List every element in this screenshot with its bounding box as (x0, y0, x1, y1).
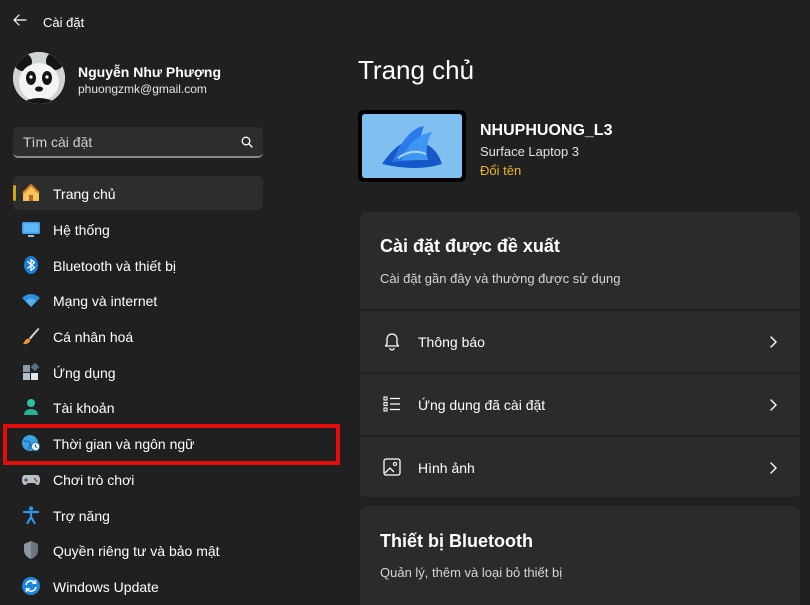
page-title: Trang chủ (358, 55, 475, 85)
sidebar-item-label: Windows Update (53, 579, 159, 595)
update-icon (22, 577, 40, 595)
search-icon[interactable] (241, 136, 253, 148)
sidebar-item-system[interactable]: Hệ thống (13, 212, 263, 246)
title-bar: Cài đặt (0, 0, 810, 44)
sidebar-item-label: Trang chủ (53, 186, 116, 202)
app-title: Cài đặt (43, 15, 85, 30)
row-label: Hình ảnh (418, 460, 475, 476)
highlight-annotation-box (3, 424, 340, 465)
sidebar-item-label: Cá nhân hoá (53, 329, 134, 345)
list-icon (383, 396, 400, 412)
sidebar-item-label: Hệ thống (53, 222, 110, 238)
accessibility-icon (22, 506, 40, 525)
card-subtitle: Cài đặt gần đây và thường được sử dụng (380, 271, 621, 286)
chevron-right-icon (770, 462, 777, 474)
sidebar-item-accounts[interactable]: Tài khoản (13, 390, 263, 424)
sidebar-item-home[interactable]: Trang chủ (13, 176, 263, 210)
apps-icon (23, 362, 40, 380)
sidebar-item-apps[interactable]: Ứng dụng (13, 355, 263, 389)
sidebar-item-label: Mạng và internet (53, 293, 158, 309)
sidebar-item-label: Chơi trò chơi (53, 472, 135, 488)
active-indicator (13, 185, 16, 201)
card-title: Cài đặt được đề xuất (380, 236, 560, 256)
paintbrush-icon (23, 328, 40, 345)
sidebar-item-network[interactable]: Mạng và internet (13, 283, 263, 317)
bell-icon (384, 333, 400, 351)
row-installed-apps[interactable]: Ứng dụng đã cài đặt (360, 372, 800, 433)
row-photos[interactable]: Hình ảnh (360, 435, 800, 496)
user-email: phuongzmk@gmail.com (78, 82, 207, 96)
row-notifications[interactable]: Thông báo (360, 309, 800, 370)
back-button[interactable] (8, 8, 32, 32)
user-name: Nguyễn Như Phượng (78, 64, 222, 80)
bluetooth-devices-card: Thiết bị Bluetooth Quản lý, thêm và loại… (360, 506, 800, 605)
person-icon (24, 399, 38, 415)
sidebar-item-privacy[interactable]: Quyền riêng tư và bảo mật (13, 533, 263, 567)
sidebar-item-label: Bluetooth và thiết bị (53, 258, 176, 274)
sidebar-item-label: Trợ năng (53, 508, 110, 524)
home-icon (22, 183, 40, 201)
windows-wallpaper-image (362, 114, 462, 178)
search-input[interactable] (13, 127, 233, 156)
row-label: Ứng dụng đã cài đặt (418, 397, 546, 413)
shield-icon (24, 541, 38, 559)
sidebar-item-windows-update[interactable]: Windows Update (13, 569, 263, 603)
sidebar-item-label: Ứng dụng (53, 365, 116, 381)
sidebar-item-bluetooth[interactable]: Bluetooth và thiết bị (13, 248, 263, 282)
chevron-right-icon (770, 336, 777, 348)
row-label: Thông báo (418, 334, 485, 350)
card-subtitle: Quản lý, thêm và loại bỏ thiết bị (380, 565, 563, 580)
sidebar-item-label: Quyền riêng tư và bảo mật (53, 543, 220, 559)
chevron-right-icon (770, 399, 777, 411)
device-model: Surface Laptop 3 (480, 144, 580, 159)
display-icon (22, 222, 40, 237)
panda-avatar-image (13, 52, 65, 104)
sidebar-item-gaming[interactable]: Chơi trò chơi (13, 462, 263, 496)
device-name: NHUPHUONG_L3 (480, 122, 613, 139)
gamepad-icon (22, 475, 40, 485)
device-thumbnail (358, 110, 466, 182)
recommended-settings-card: Cài đặt được đề xuất Cài đặt gần đây và … (360, 212, 800, 497)
sidebar-item-accessibility[interactable]: Trợ năng (13, 498, 263, 532)
search-box[interactable] (13, 127, 263, 158)
sidebar-item-label: Tài khoản (53, 400, 115, 416)
wifi-icon (22, 294, 40, 307)
card-title: Thiết bị Bluetooth (380, 531, 533, 551)
settings-window: Cài đặt Nguyễn Như Phượng phuongzmk@gmai… (0, 0, 810, 605)
rename-link[interactable]: Đổi tên (480, 163, 521, 178)
sidebar-item-personalization[interactable]: Cá nhân hoá (13, 319, 263, 353)
bluetooth-icon (24, 256, 38, 274)
image-icon (383, 458, 401, 476)
arrow-left-icon (13, 14, 27, 26)
avatar[interactable] (13, 52, 65, 104)
